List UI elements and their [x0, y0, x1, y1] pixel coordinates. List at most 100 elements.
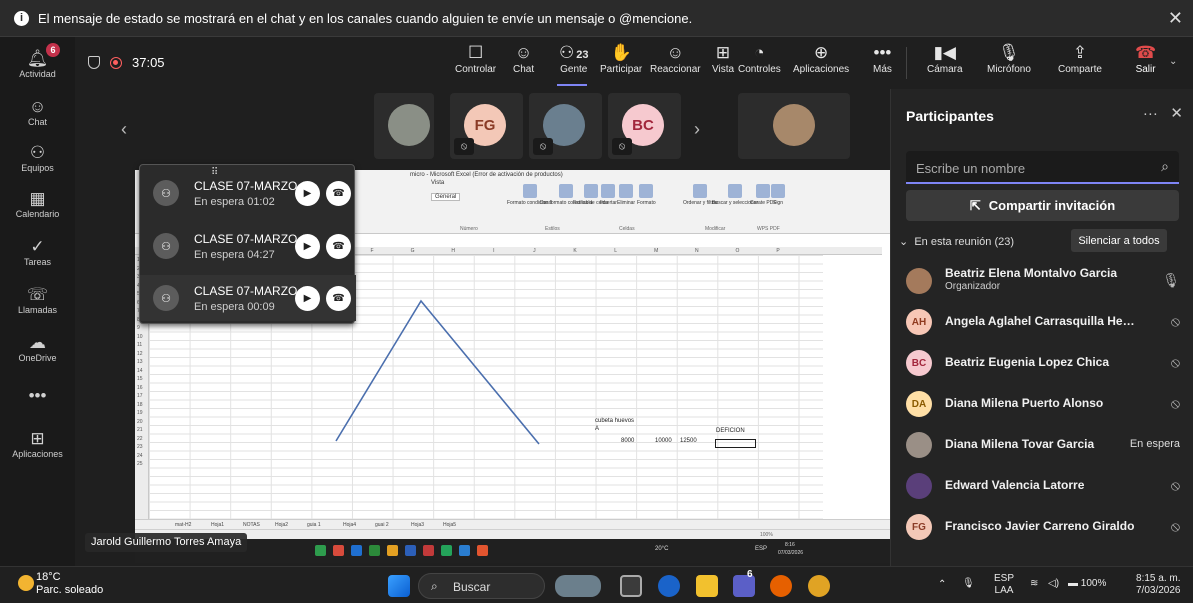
microphone-button[interactable]: 🎙︎ Micrófono [987, 42, 1031, 75]
section-header[interactable]: ⌄ En esta reunión (23) [899, 235, 1014, 248]
camera-button[interactable]: ▮◀ Cámara [927, 42, 963, 75]
cell-text[interactable]: 8000 [621, 438, 634, 444]
drag-handle-icon[interactable]: ⠿ [211, 167, 218, 178]
call-status: En espera 04:27 [194, 248, 275, 261]
leave-button[interactable]: ☎ Salir [1135, 42, 1156, 75]
mic-off-icon: ⦸ [1170, 518, 1180, 534]
reaccionar-button[interactable]: ☺ Reaccionar [650, 42, 701, 75]
remote-lang: ESP [755, 546, 768, 552]
rail-item-aplicaciones[interactable]: ⊞ Aplicaciones [0, 421, 75, 467]
widget-image-icon[interactable] [555, 575, 601, 597]
share-icon: ⇱ [969, 197, 981, 213]
wifi-icon[interactable]: ≋ [1030, 578, 1038, 590]
microphone-icon: 🎙︎ [998, 43, 1020, 62]
participant-row[interactable]: BC Beatriz Eugenia Lopez Chica ⦸ [891, 342, 1193, 383]
hp-icon[interactable] [658, 575, 680, 597]
avatar: BC [906, 350, 932, 376]
participant-search-input[interactable]: Escribe un nombre ⌕ [906, 151, 1179, 184]
controlar-button[interactable]: ☐ Controlar [455, 42, 496, 75]
task-view-icon[interactable] [620, 575, 642, 597]
zoom-level[interactable]: 100% [760, 532, 773, 538]
cell-text[interactable]: A [595, 426, 599, 432]
clock[interactable]: 8:15 a. m. 7/03/2026 [1136, 573, 1181, 597]
participant-row[interactable]: Edward Valencia Latorre ⦸ [891, 465, 1193, 506]
sheet-tabs[interactable]: mat-H2 Hoja1 NOTAS Hoja2 guia 1 Hoja4 guai 2 Ho… [135, 519, 890, 529]
rail-item-actividad[interactable]: 🔔︎ 6 Actividad [0, 41, 75, 87]
more-icon[interactable]: ··· [1143, 105, 1158, 122]
video-tile[interactable]: ⦸ [529, 93, 602, 159]
cell-text[interactable]: cubeta huevos [595, 418, 634, 424]
call-item[interactable]: ⚇ CLASE 07-MARZO-2026 En espera 04:27 ▶ ☎ [140, 223, 356, 269]
file-explorer-icon[interactable] [696, 575, 718, 597]
resume-button[interactable]: ▶ [295, 286, 320, 311]
hang-up-button[interactable]: ☎ [326, 181, 351, 206]
controles-button[interactable]: ◔ Controles [738, 42, 781, 75]
hang-up-button[interactable]: ☎ [326, 286, 351, 311]
participar-button[interactable]: ✋ Participar [600, 42, 642, 75]
rail-item-equipos[interactable]: ⚇ Equipos [0, 135, 75, 181]
aplicaciones-button[interactable]: ⊕ Aplicaciones [793, 42, 849, 75]
rail-item-more[interactable]: ••• [0, 373, 75, 419]
sheet-tab[interactable]: Hoja4 [343, 522, 356, 528]
sheet-tab[interactable]: Hoja1 [211, 522, 224, 528]
rail-label: Aplicaciones [12, 449, 63, 459]
participant-row[interactable]: DA Diana Milena Puerto Alonso ⦸ [891, 383, 1193, 424]
mic-off-icon: ⦸ [1170, 313, 1180, 329]
resume-button[interactable]: ▶ [295, 234, 320, 259]
vista-button[interactable]: ⊞ Vista [712, 42, 734, 75]
video-tile[interactable] [738, 93, 850, 159]
chevron-up-icon[interactable]: ⌃ [938, 579, 946, 591]
chevron-down-icon[interactable]: ⌄ [1169, 56, 1177, 67]
chrome-icon[interactable] [808, 575, 830, 597]
camera-off-icon: ▮◀ [933, 43, 956, 62]
cell-text[interactable]: 10000 [655, 438, 672, 444]
hang-up-button[interactable]: ☎ [326, 234, 351, 259]
windows-start-icon[interactable] [388, 575, 410, 597]
sheet-tab[interactable]: guia 1 [307, 522, 321, 528]
sheet-tab[interactable]: guai 2 [375, 522, 389, 528]
sheet-tab[interactable]: NOTAS [243, 522, 260, 528]
battery-icon[interactable]: ▬ 100% [1068, 578, 1106, 590]
volume-icon[interactable]: ◁) [1048, 578, 1059, 590]
participant-row[interactable]: Beatriz Elena Montalvo Garcia Organizado… [891, 260, 1193, 301]
cell-text[interactable]: 12500 [680, 438, 697, 444]
call-item[interactable]: ⚇ CLASE 07-MARZO-2026 En espera 00:09 ▶ ☎ [140, 275, 356, 321]
sheet-tab[interactable]: mat-H2 [175, 522, 191, 528]
language-indicator[interactable]: ESP LAA [994, 573, 1014, 597]
sheet-tab[interactable]: Hoja3 [411, 522, 424, 528]
weather-widget[interactable]: 18°C Parc. soleado [36, 571, 103, 597]
share-invite-button[interactable]: ⇱ Compartir invitación [906, 190, 1179, 221]
chevron-right-icon[interactable]: › [694, 119, 700, 140]
cell-text[interactable]: DEFICION [716, 428, 745, 434]
close-icon[interactable]: ✕ [1168, 8, 1183, 29]
rail-item-llamadas[interactable]: ☏ Llamadas [0, 277, 75, 323]
taskbar-search[interactable]: ⌕ Buscar [418, 573, 545, 599]
info-icon: i [14, 10, 29, 26]
video-tile[interactable]: BC ⦸ [608, 93, 681, 159]
rail-item-chat[interactable]: ☺ Chat [0, 89, 75, 135]
sheet-tab[interactable]: Hoja2 [275, 522, 288, 528]
participant-row[interactable]: FG Francisco Javier Carreno Giraldo ⦸ [891, 506, 1193, 547]
rail-item-onedrive[interactable]: ☁ OneDrive [0, 325, 75, 371]
resume-button[interactable]: ▶ [295, 181, 320, 206]
selected-cell[interactable] [715, 439, 756, 448]
weather-icon [18, 575, 34, 591]
mas-button[interactable]: ••• Más [873, 42, 892, 75]
mic-off-icon: ⦸ [1170, 354, 1180, 370]
gente-button[interactable]: ⚇ 23 Gente [559, 42, 589, 75]
close-icon[interactable]: ✕ [1170, 105, 1183, 122]
firefox-icon[interactable] [770, 575, 792, 597]
rail-item-tareas[interactable]: ✓ Tareas [0, 229, 75, 275]
microphone-icon[interactable]: 🎙︎ [962, 578, 975, 590]
participant-row[interactable]: AH Angela Aglahel Carrasquilla Hernan...… [891, 301, 1193, 342]
call-item[interactable]: ⚇ CLASE 07-MARZO-2026 En espera 01:02 ▶ ☎ [140, 170, 356, 216]
video-tile[interactable] [374, 93, 434, 159]
share-button[interactable]: ⇪ Comparte [1058, 42, 1102, 75]
chevron-left-icon[interactable]: ‹ [121, 119, 127, 140]
video-tile[interactable]: FG ⦸ [450, 93, 523, 159]
chat-button[interactable]: ☺ Chat [513, 42, 534, 75]
sheet-tab[interactable]: Hoja5 [443, 522, 456, 528]
participant-row[interactable]: Diana Milena Tovar Garcia En espera [891, 424, 1193, 465]
mute-all-button[interactable]: Silenciar a todos [1071, 229, 1167, 252]
rail-item-calendario[interactable]: ▦ Calendario [0, 181, 75, 227]
